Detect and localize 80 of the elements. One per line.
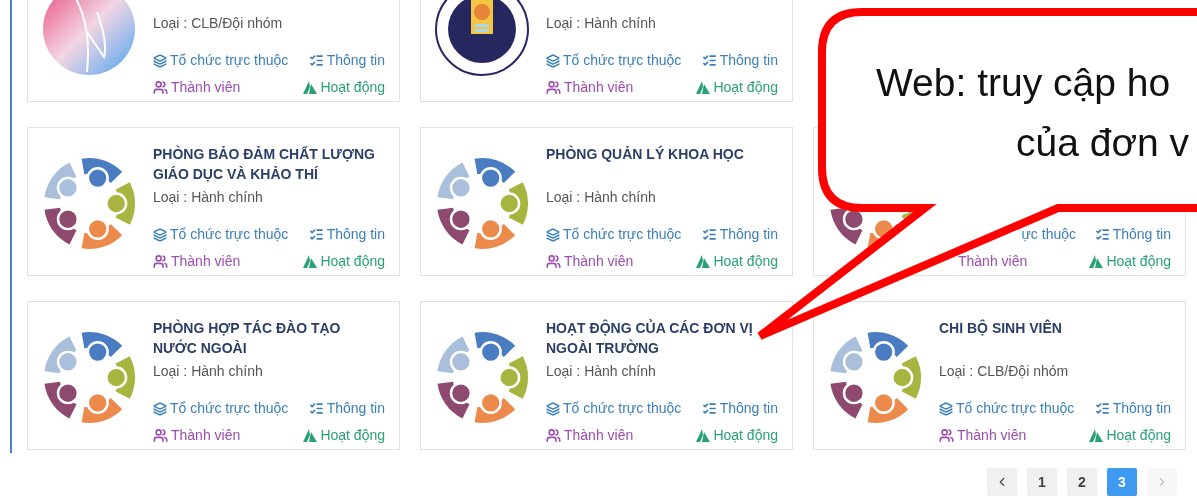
layers-icon xyxy=(546,53,560,68)
triangle-icon xyxy=(303,255,318,268)
members-link[interactable]: Thành viên xyxy=(939,426,1027,445)
page-button[interactable]: 3 xyxy=(1107,468,1137,496)
activity-link[interactable]: Hoạt động xyxy=(303,78,385,97)
info-link[interactable]: Thông tin xyxy=(1094,399,1171,418)
members-link[interactable]: Thành viên xyxy=(958,252,1028,271)
checklist-icon xyxy=(1094,401,1110,416)
triangle-icon xyxy=(1089,429,1104,442)
subunit-link[interactable]: Tổ chức trực thuộc xyxy=(153,225,289,244)
checklist-icon xyxy=(308,401,324,416)
layers-icon xyxy=(153,53,167,68)
triangle-icon xyxy=(303,429,318,442)
info-link[interactable]: Thông tin xyxy=(701,51,778,70)
page-button[interactable]: 1 xyxy=(1027,468,1057,496)
layers-icon xyxy=(546,227,560,242)
users-icon xyxy=(546,254,561,269)
users-icon xyxy=(153,80,168,95)
unit-type: Loại : Hành chính xyxy=(546,188,657,207)
users-icon xyxy=(939,428,954,443)
activity-link[interactable]: Hoạt động xyxy=(1089,252,1171,271)
triangle-icon xyxy=(696,429,711,442)
members-link[interactable]: Thành viên xyxy=(546,252,634,271)
members-link[interactable]: Thành viên xyxy=(153,78,241,97)
unit-title[interactable]: PHÒNG BẢO ĐẢM CHẤT LƯỢNG GIÁO DỤC VÀ KHẢO THÍ xyxy=(153,144,385,184)
unit-type: Loại : Hành chính xyxy=(153,362,264,381)
users-icon xyxy=(546,80,561,95)
info-link[interactable]: Thông tin xyxy=(1094,225,1171,244)
info-link[interactable]: Thông tin xyxy=(701,399,778,418)
info-link[interactable]: Thông tin xyxy=(308,51,385,70)
layers-icon xyxy=(153,401,167,416)
callout-text: của đơn v xyxy=(1016,120,1189,166)
subunit-link[interactable]: Tổ chức trực thuộc xyxy=(153,51,289,70)
checklist-icon xyxy=(308,53,324,68)
unit-title[interactable]: PHÒNG QUẢN LÝ KHOA HỌC xyxy=(546,144,778,164)
activity-link[interactable]: Hoạt động xyxy=(303,252,385,271)
subunit-link[interactable]: Tổ chức trực thuộc xyxy=(546,51,682,70)
info-link[interactable]: Thông tin xyxy=(308,399,385,418)
layers-icon xyxy=(546,401,560,416)
unit-type: Loại : CLB/Đội nhóm xyxy=(939,362,1070,381)
activity-link[interactable]: Hoạt động xyxy=(696,252,778,271)
triangle-icon xyxy=(303,81,318,94)
members-link[interactable]: Thành viên xyxy=(153,426,241,445)
subunit-link[interactable]: ực thuộc xyxy=(1021,225,1076,244)
unit-title[interactable]: CHI BỘ SINH VIÊN xyxy=(939,318,1171,338)
activity-link[interactable]: Hoạt động xyxy=(696,426,778,445)
activity-link[interactable]: Hoạt động xyxy=(696,78,778,97)
unit-type: Loại : Hành chính xyxy=(546,14,657,33)
unit-type: Loại : Hành chính xyxy=(546,362,657,381)
subunit-link[interactable]: Tổ chức trực thuộc xyxy=(546,399,682,418)
triangle-icon xyxy=(696,81,711,94)
page-button[interactable]: 2 xyxy=(1067,468,1097,496)
subunit-link[interactable]: Tổ chức trực thuộc xyxy=(153,399,289,418)
members-link[interactable]: Thành viên xyxy=(546,426,634,445)
activity-link[interactable]: Hoạt động xyxy=(303,426,385,445)
info-link[interactable]: Thông tin xyxy=(308,225,385,244)
users-icon xyxy=(546,428,561,443)
checklist-icon xyxy=(701,401,717,416)
triangle-icon xyxy=(1089,255,1104,268)
previous-page-button[interactable] xyxy=(987,468,1017,496)
members-link[interactable]: Thành viên xyxy=(153,252,241,271)
unit-title[interactable]: PHÒNG HỢP TÁC ĐÀO TẠO NƯỚC NGOÀI xyxy=(153,318,385,358)
users-icon xyxy=(153,254,168,269)
users-icon xyxy=(153,428,168,443)
layers-icon xyxy=(939,401,953,416)
checklist-icon xyxy=(701,227,717,242)
callout-text: Web: truy cập ho xyxy=(876,60,1171,106)
subunit-link[interactable]: Tổ chức trực thuộc xyxy=(939,399,1075,418)
checklist-icon xyxy=(1094,227,1110,242)
activity-link[interactable]: Hoạt động xyxy=(1089,426,1171,445)
checklist-icon xyxy=(701,53,717,68)
members-link[interactable]: Thành viên xyxy=(546,78,634,97)
triangle-icon xyxy=(696,255,711,268)
unit-type: Loại : CLB/Đội nhóm xyxy=(153,14,284,33)
subunit-link[interactable]: Tổ chức trực thuộc xyxy=(546,225,682,244)
unit-title[interactable]: HOẠT ĐỘNG CỦA CÁC ĐƠN VỊ NGOÀI TRƯỜNG xyxy=(546,318,778,358)
layers-icon xyxy=(153,227,167,242)
unit-type: Loại : Hành chính xyxy=(153,188,264,207)
info-link[interactable]: Thông tin xyxy=(701,225,778,244)
checklist-icon xyxy=(308,227,324,242)
